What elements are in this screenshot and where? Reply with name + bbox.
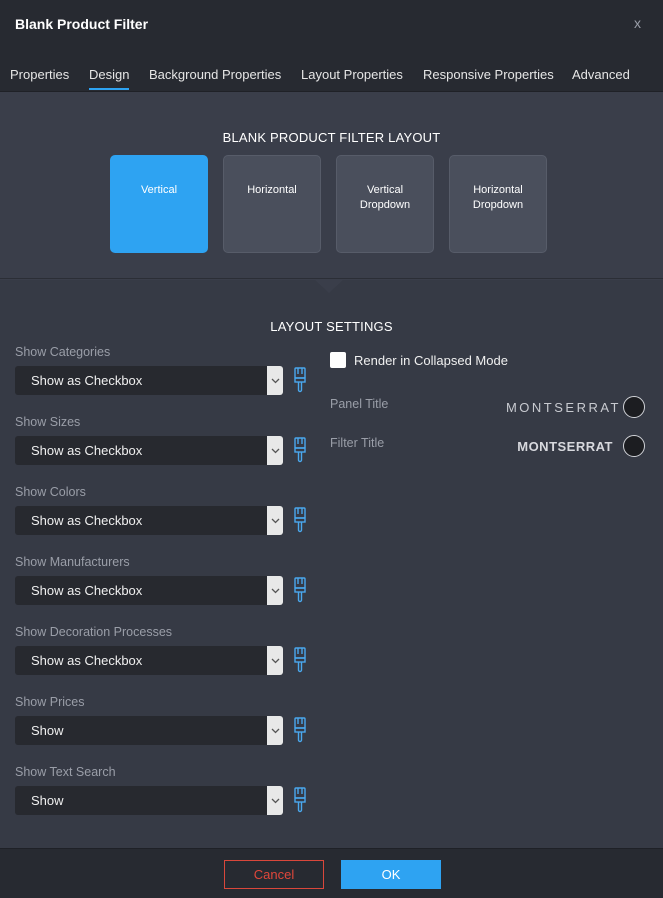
tab-properties[interactable]: Properties bbox=[10, 67, 69, 88]
paint-brush-icon[interactable] bbox=[293, 507, 307, 533]
show-colors-label: Show Colors bbox=[15, 485, 86, 499]
show-decoration-processes-select[interactable]: Show as Checkbox bbox=[15, 646, 283, 675]
show-manufacturers-select[interactable]: Show as Checkbox bbox=[15, 576, 283, 605]
dialog-footer: Cancel OK bbox=[0, 848, 663, 898]
chevron-down-icon[interactable] bbox=[267, 716, 283, 745]
layout-option-horizontal[interactable]: Horizontal bbox=[223, 155, 321, 253]
collapsed-mode-checkbox[interactable] bbox=[330, 352, 346, 368]
close-icon[interactable]: x bbox=[634, 15, 641, 31]
show-categories-select-value: Show as Checkbox bbox=[31, 373, 143, 388]
dialog-titlebar: Blank Product Filter x bbox=[0, 0, 663, 50]
show-decoration-processes-label: Show Decoration Processes bbox=[15, 625, 173, 639]
chevron-down-icon[interactable] bbox=[267, 506, 283, 535]
show-colors-select-value: Show as Checkbox bbox=[31, 513, 143, 528]
filter-title-color-swatch[interactable] bbox=[623, 435, 645, 457]
paint-brush-icon[interactable] bbox=[293, 367, 307, 393]
layout-option-vertical-dropdown[interactable]: Vertical Dropdown bbox=[336, 155, 434, 253]
filter-title-font[interactable]: MONTSERRAT bbox=[517, 439, 613, 454]
paint-brush-icon[interactable] bbox=[293, 717, 307, 743]
layout-option-vertical[interactable]: Vertical bbox=[110, 155, 208, 253]
show-text-search-label: Show Text Search bbox=[15, 765, 116, 779]
tab-layout-properties[interactable]: Layout Properties bbox=[301, 67, 403, 88]
tab-advanced[interactable]: Advanced bbox=[572, 67, 630, 88]
show-prices-select-value: Show bbox=[31, 723, 64, 738]
panel-title-color-swatch[interactable] bbox=[623, 396, 645, 418]
layout-section bbox=[0, 92, 663, 279]
paint-brush-icon[interactable] bbox=[293, 787, 307, 813]
chevron-down-icon[interactable] bbox=[267, 436, 283, 465]
show-categories-select[interactable]: Show as Checkbox bbox=[15, 366, 283, 395]
paint-brush-icon[interactable] bbox=[293, 577, 307, 603]
chevron-down-icon[interactable] bbox=[267, 366, 283, 395]
cancel-button[interactable]: Cancel bbox=[224, 860, 324, 889]
ok-button[interactable]: OK bbox=[341, 860, 441, 889]
tab-bar: Properties Design Background Properties … bbox=[0, 50, 663, 92]
show-text-search-select[interactable]: Show bbox=[15, 786, 283, 815]
show-categories-label: Show Categories bbox=[15, 345, 111, 359]
dialog-title: Blank Product Filter bbox=[15, 16, 149, 32]
show-colors-select[interactable]: Show as Checkbox bbox=[15, 506, 283, 535]
collapsed-mode-label: Render in Collapsed Mode bbox=[354, 353, 508, 368]
show-prices-label: Show Prices bbox=[15, 695, 85, 709]
show-sizes-select-value: Show as Checkbox bbox=[31, 443, 143, 458]
show-sizes-select[interactable]: Show as Checkbox bbox=[15, 436, 283, 465]
paint-brush-icon[interactable] bbox=[293, 647, 307, 673]
panel-title-font[interactable]: MONTSERRAT bbox=[506, 400, 621, 415]
chevron-down-icon[interactable] bbox=[267, 786, 283, 815]
panel-title-label: Panel Title bbox=[330, 397, 389, 411]
tab-background-properties[interactable]: Background Properties bbox=[149, 67, 281, 88]
show-text-search-select-value: Show bbox=[31, 793, 64, 808]
show-manufacturers-select-value: Show as Checkbox bbox=[31, 583, 143, 598]
tab-design[interactable]: Design bbox=[89, 67, 130, 90]
filter-title-label: Filter Title bbox=[330, 436, 385, 450]
show-sizes-label: Show Sizes bbox=[15, 415, 81, 429]
section-pointer bbox=[314, 279, 344, 293]
layout-heading: BLANK PRODUCT FILTER LAYOUT bbox=[222, 130, 441, 145]
layout-option-horizontal-dropdown[interactable]: Horizontal Dropdown bbox=[449, 155, 547, 253]
settings-heading: LAYOUT SETTINGS bbox=[270, 319, 393, 334]
paint-brush-icon[interactable] bbox=[293, 437, 307, 463]
show-prices-select[interactable]: Show bbox=[15, 716, 283, 745]
show-decoration-processes-select-value: Show as Checkbox bbox=[31, 653, 143, 668]
show-manufacturers-label: Show Manufacturers bbox=[15, 555, 130, 569]
chevron-down-icon[interactable] bbox=[267, 646, 283, 675]
chevron-down-icon[interactable] bbox=[267, 576, 283, 605]
tab-responsive-properties[interactable]: Responsive Properties bbox=[423, 67, 554, 88]
